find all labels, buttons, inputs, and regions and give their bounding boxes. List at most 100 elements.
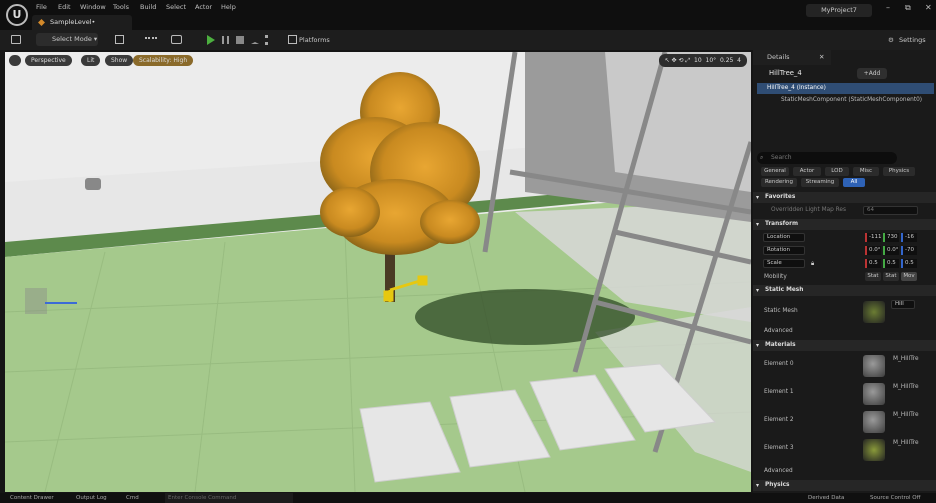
static-mesh-dropdown[interactable]: Hill [891, 300, 915, 309]
save-icon[interactable] [11, 35, 21, 44]
menu-actor[interactable]: Actor [195, 3, 212, 11]
blueprint-icon[interactable] [145, 37, 157, 43]
scale-dropdown[interactable]: Scale [763, 259, 805, 268]
scale-z[interactable]: 0.5 [901, 259, 917, 268]
level-tab-label: SampleLevel• [50, 18, 96, 26]
static-mesh-section[interactable]: Static Mesh [753, 285, 936, 296]
filter-physics[interactable]: Physics [883, 167, 915, 176]
static-mesh-thumbnail[interactable] [863, 301, 885, 323]
level-tab[interactable]: SampleLevel• [32, 15, 132, 30]
scalability-badge[interactable]: Scalability: High [133, 55, 194, 66]
main-toolbar [0, 30, 936, 50]
menu-file[interactable]: File [36, 3, 47, 11]
close-tab-icon[interactable]: ✕ [819, 50, 824, 65]
eject-icon[interactable] [251, 36, 259, 44]
right-wall-face [605, 52, 751, 192]
physics-section[interactable]: Physics [753, 480, 936, 491]
element-1-thumbnail[interactable] [863, 383, 885, 405]
filter-actor[interactable]: Actor [793, 167, 821, 176]
location-z[interactable]: -16 [901, 233, 917, 242]
scale-snap-value[interactable]: 0.25 [720, 57, 733, 64]
cmd-dropdown[interactable]: Cmd [126, 493, 139, 503]
location-y[interactable]: 730 [883, 233, 899, 242]
lock-icon[interactable]: 🔒︎ [811, 260, 814, 268]
select-mode-dropdown[interactable]: Select Mode ▾ [36, 33, 98, 46]
perspective-button[interactable]: Perspective [25, 55, 72, 66]
filter-misc[interactable]: Misc [853, 167, 879, 176]
add-component-button[interactable]: +Add [857, 68, 887, 79]
menu-help[interactable]: Help [221, 3, 236, 11]
filter-streaming[interactable]: Streaming [801, 178, 839, 187]
grid-snap-value[interactable]: 10 [694, 57, 702, 64]
actor-name: HillTree_4 [769, 69, 802, 77]
filter-rendering[interactable]: Rendering [761, 178, 797, 187]
location-dropdown[interactable]: Location [763, 233, 805, 242]
menu-edit[interactable]: Edit [58, 3, 71, 11]
scale-x[interactable]: 0.5 [865, 259, 881, 268]
lit-button[interactable]: Lit [81, 55, 101, 66]
content-drawer-button[interactable]: Content Drawer [10, 493, 54, 503]
component-label[interactable]: StaticMeshComponent (StaticMeshComponent… [753, 97, 936, 103]
stop-icon[interactable] [236, 36, 244, 44]
details-panel: Details ✕ HillTree_4 +Add HillTree_4 (Ins… [753, 50, 936, 493]
step-icon[interactable] [222, 36, 229, 44]
rotation-x[interactable]: 0.0° [865, 246, 881, 255]
materials-section[interactable]: Materials [753, 340, 936, 351]
output-log-button[interactable]: Output Log [76, 493, 107, 503]
cinematics-icon[interactable] [171, 35, 182, 44]
rotation-dropdown[interactable]: Rotation [763, 246, 805, 255]
select-mode-label: Select Mode [52, 35, 92, 43]
element-0-value[interactable]: M_HillTre [893, 356, 933, 362]
source-control-button[interactable]: Source Control Off [870, 493, 920, 503]
select-tool-icon[interactable]: ↖ ✥ ⟲ ⤢ [665, 57, 691, 64]
viewport-snap-controls[interactable]: ↖ ✥ ⟲ ⤢ 10 10° 0.25 4 [658, 54, 747, 67]
rotation-y[interactable]: 0.0° [883, 246, 899, 255]
override-lightmap-value[interactable]: 64 [863, 206, 918, 215]
location-x[interactable]: -111 [865, 233, 881, 242]
menu-select[interactable]: Select [166, 3, 186, 11]
element-2-value[interactable]: M_HillTre [893, 412, 933, 418]
favorites-section[interactable]: Favorites [753, 192, 936, 203]
mobility-movable[interactable]: Mov [901, 272, 917, 281]
advanced-row[interactable]: Advanced [753, 328, 936, 334]
transform-section[interactable]: Transform [753, 219, 936, 230]
rotation-snap-value[interactable]: 10° [706, 57, 717, 64]
minimize-button[interactable]: – [886, 3, 890, 12]
more-options-icon[interactable] [265, 35, 268, 45]
unreal-logo-icon[interactable]: U [6, 4, 28, 26]
derived-data-button[interactable]: Derived Data [808, 493, 844, 503]
tree-shadow [415, 289, 635, 345]
element-1-value[interactable]: M_HillTre [893, 384, 933, 390]
advanced-row-2[interactable]: Advanced [753, 468, 936, 474]
show-button[interactable]: Show [105, 55, 134, 66]
filter-general[interactable]: General [761, 167, 789, 176]
maximize-button[interactable]: ⧉ [905, 3, 911, 13]
console-input[interactable]: Enter Console Command [165, 493, 293, 503]
close-button[interactable]: ✕ [925, 3, 932, 12]
scale-y[interactable]: 0.5 [883, 259, 899, 268]
sky-light-icon [85, 178, 101, 190]
filter-tabs: General Actor LOD Misc Physics Rendering… [757, 167, 932, 187]
menu-window[interactable]: Window [80, 3, 106, 11]
settings-button[interactable]: Settings [899, 34, 926, 46]
mobility-static[interactable]: Stat [865, 272, 881, 281]
filter-all[interactable]: All [843, 178, 865, 187]
scene [5, 52, 751, 492]
element-2-thumbnail[interactable] [863, 411, 885, 433]
menu-build[interactable]: Build [140, 3, 156, 11]
menu-tools[interactable]: Tools [113, 3, 129, 11]
add-content-icon[interactable] [115, 35, 124, 44]
viewport-menu-icon[interactable] [9, 55, 21, 66]
platforms-button[interactable]: Platforms [299, 34, 330, 46]
mobility-stationary[interactable]: Stat [883, 272, 899, 281]
camera-speed-value[interactable]: 4 [737, 57, 741, 64]
rotation-z[interactable]: -70 [901, 246, 917, 255]
element-3-thumbnail[interactable] [863, 439, 885, 461]
filter-lod[interactable]: LOD [825, 167, 849, 176]
element-0-thumbnail[interactable] [863, 355, 885, 377]
details-search-input[interactable]: Search [757, 152, 897, 164]
play-icon[interactable] [207, 35, 215, 45]
details-tab[interactable]: Details ✕ [753, 50, 831, 65]
level-viewport[interactable]: Perspective Lit Show Scalability: High ↖… [5, 52, 751, 492]
element-3-value[interactable]: M_HillTre [893, 440, 933, 446]
